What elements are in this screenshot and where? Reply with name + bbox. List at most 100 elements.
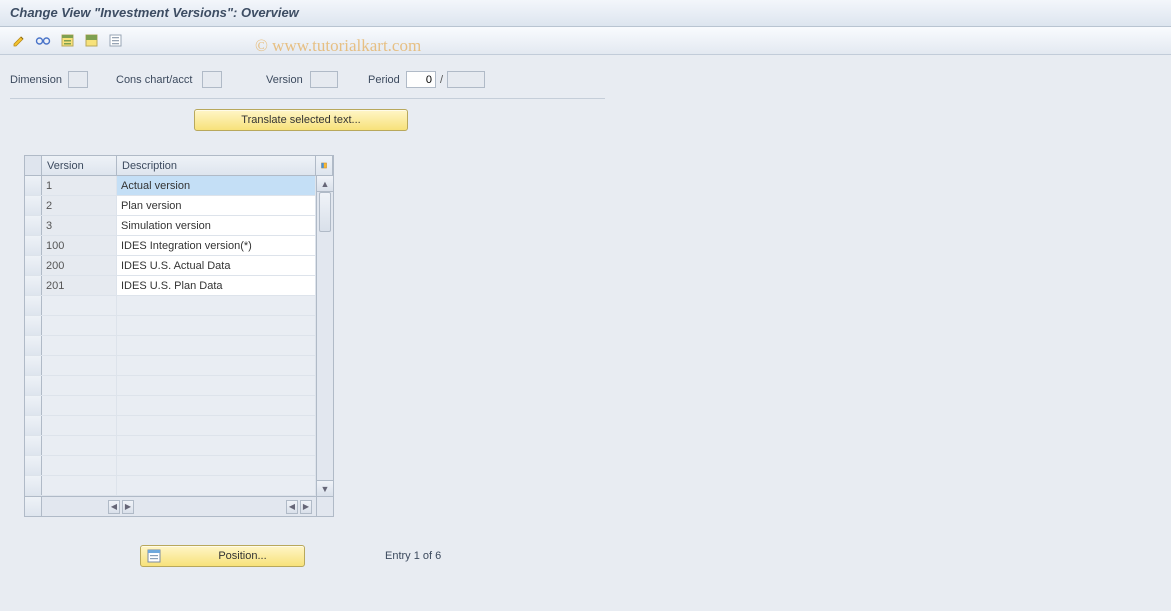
row-selector[interactable] — [25, 336, 42, 355]
cell-description[interactable]: IDES U.S. Actual Data — [117, 256, 316, 275]
table-vertical-scrollbar[interactable]: ▲ ▼ — [316, 176, 333, 496]
cell-version[interactable]: 201 — [42, 276, 117, 295]
cell-description[interactable]: Plan version — [117, 196, 316, 215]
row-selector[interactable] — [25, 196, 42, 215]
version-field[interactable] — [310, 71, 338, 88]
row-selector[interactable] — [25, 276, 42, 295]
table-row[interactable] — [25, 376, 316, 396]
cell-version[interactable] — [42, 436, 117, 455]
table-row[interactable]: 200IDES U.S. Actual Data — [25, 256, 316, 276]
column-description[interactable]: Description — [117, 156, 316, 175]
cell-version[interactable]: 3 — [42, 216, 117, 235]
cell-version[interactable] — [42, 376, 117, 395]
table-row[interactable] — [25, 356, 316, 376]
cell-description[interactable]: IDES Integration version(*) — [117, 236, 316, 255]
cell-version[interactable] — [42, 476, 117, 495]
cell-description[interactable] — [117, 356, 316, 375]
hscroll-right2-icon[interactable]: ▶ — [300, 500, 312, 514]
page-title: Change View "Investment Versions": Overv… — [0, 0, 1171, 27]
cell-description[interactable]: IDES U.S. Plan Data — [117, 276, 316, 295]
scroll-down-icon[interactable]: ▼ — [317, 480, 333, 496]
table-row[interactable] — [25, 456, 316, 476]
period-year-field[interactable] — [447, 71, 485, 88]
cell-version[interactable] — [42, 316, 117, 335]
version-label: Version — [266, 74, 310, 86]
row-selector[interactable] — [25, 476, 42, 495]
cell-description[interactable] — [117, 436, 316, 455]
cell-version[interactable] — [42, 456, 117, 475]
cell-description[interactable] — [117, 476, 316, 495]
table-row[interactable] — [25, 336, 316, 356]
table-row[interactable] — [25, 416, 316, 436]
scroll-thumb[interactable] — [319, 192, 331, 232]
table-row[interactable]: 201IDES U.S. Plan Data — [25, 276, 316, 296]
cell-version[interactable] — [42, 296, 117, 315]
cell-version[interactable]: 1 — [42, 176, 117, 195]
row-selector[interactable] — [25, 236, 42, 255]
hscroll-left2-icon[interactable]: ◀ — [286, 500, 298, 514]
period-label: Period — [368, 74, 406, 86]
cell-description[interactable]: Simulation version — [117, 216, 316, 235]
select-all-icon[interactable] — [56, 31, 78, 51]
cell-version[interactable] — [42, 416, 117, 435]
cell-version[interactable] — [42, 356, 117, 375]
table-config-icon[interactable] — [316, 156, 333, 175]
period-field[interactable] — [406, 71, 436, 88]
table-row[interactable] — [25, 436, 316, 456]
cell-description[interactable] — [117, 296, 316, 315]
cell-version[interactable] — [42, 396, 117, 415]
cell-description[interactable]: Actual version — [117, 176, 316, 195]
table-row[interactable] — [25, 316, 316, 336]
row-selector[interactable] — [25, 216, 42, 235]
row-selector[interactable] — [25, 176, 42, 195]
hscroll-right-icon[interactable]: ▶ — [122, 500, 134, 514]
row-selector[interactable] — [25, 376, 42, 395]
title-text: Change View "Investment Versions": Overv… — [10, 5, 299, 20]
scroll-track[interactable] — [317, 192, 333, 480]
table-row[interactable]: 1Actual version — [25, 176, 316, 196]
table-row[interactable]: 2Plan version — [25, 196, 316, 216]
cell-description[interactable] — [117, 396, 316, 415]
hscroll-left-icon[interactable]: ◀ — [108, 500, 120, 514]
cell-version[interactable]: 2 — [42, 196, 117, 215]
row-selector[interactable] — [25, 356, 42, 375]
translate-selected-text-button[interactable]: Translate selected text... — [194, 109, 408, 131]
cons-chart-field[interactable] — [202, 71, 222, 88]
row-selector[interactable] — [25, 296, 42, 315]
position-button[interactable]: Position... — [140, 545, 305, 567]
table-horizontal-scrollbar: ◀ ▶ ◀ ▶ — [25, 496, 333, 516]
table-row[interactable]: 3Simulation version — [25, 216, 316, 236]
table-header: Version Description — [25, 156, 333, 176]
row-selector[interactable] — [25, 396, 42, 415]
row-selector[interactable] — [25, 256, 42, 275]
entry-counter-text: Entry 1 of 6 — [385, 550, 441, 562]
scroll-up-icon[interactable]: ▲ — [317, 176, 333, 192]
cell-description[interactable] — [117, 336, 316, 355]
period-separator: / — [436, 74, 447, 86]
row-selector[interactable] — [25, 436, 42, 455]
position-icon — [147, 549, 161, 563]
table-row[interactable]: 100IDES Integration version(*) — [25, 236, 316, 256]
cell-description[interactable] — [117, 456, 316, 475]
column-version[interactable]: Version — [42, 156, 117, 175]
cell-description[interactable] — [117, 416, 316, 435]
row-selector[interactable] — [25, 316, 42, 335]
parameter-area: Dimension Cons chart/acct Version Period… — [0, 55, 1171, 577]
change-display-toggle-icon[interactable] — [8, 31, 30, 51]
other-view-icon[interactable] — [32, 31, 54, 51]
deselect-all-icon[interactable] — [104, 31, 126, 51]
dimension-field[interactable] — [68, 71, 88, 88]
row-selector[interactable] — [25, 456, 42, 475]
select-block-icon[interactable] — [80, 31, 102, 51]
table-row[interactable] — [25, 296, 316, 316]
column-selector[interactable] — [25, 156, 42, 175]
cell-description[interactable] — [117, 316, 316, 335]
table-row[interactable] — [25, 396, 316, 416]
position-button-label: Position... — [181, 550, 304, 562]
row-selector[interactable] — [25, 416, 42, 435]
cell-description[interactable] — [117, 376, 316, 395]
table-row[interactable] — [25, 476, 316, 496]
cell-version[interactable]: 100 — [42, 236, 117, 255]
cell-version[interactable] — [42, 336, 117, 355]
cell-version[interactable]: 200 — [42, 256, 117, 275]
